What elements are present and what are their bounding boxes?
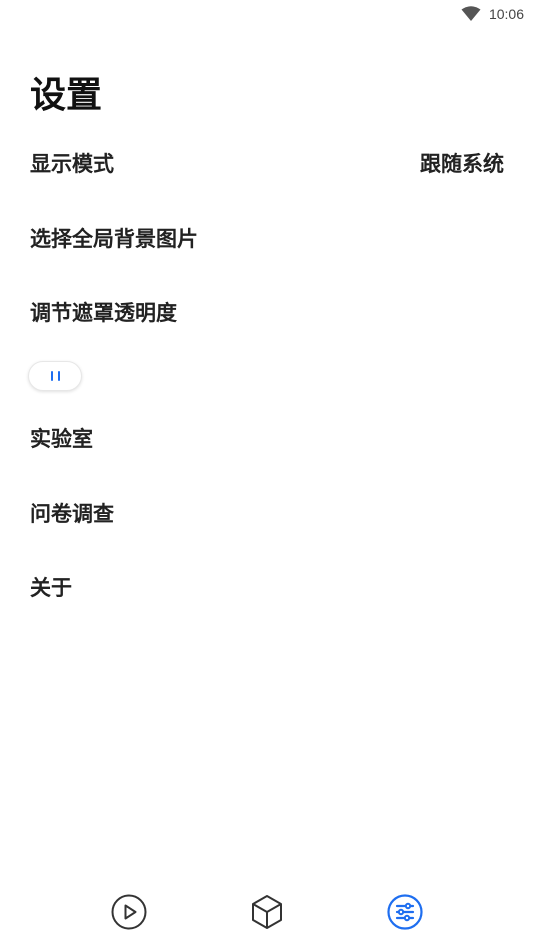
lab-row[interactable]: 实验室	[30, 413, 504, 463]
slider-thumb[interactable]	[28, 361, 82, 391]
background-image-label: 选择全局背景图片	[30, 227, 198, 251]
display-mode-value[interactable]: 跟随系统	[420, 148, 504, 178]
mask-opacity-label: 调节遮罩透明度	[30, 301, 177, 325]
bottom-navigation	[0, 879, 534, 949]
grip-icon	[57, 371, 60, 381]
lab-label: 实验室	[30, 427, 93, 451]
background-image-row[interactable]: 选择全局背景图片	[30, 213, 504, 263]
mask-opacity-slider[interactable]	[28, 361, 82, 391]
settings-sliders-icon	[386, 893, 424, 935]
play-circle-icon	[110, 893, 148, 935]
page-title: 设置	[30, 75, 103, 116]
about-row[interactable]: 关于	[30, 562, 504, 612]
nav-settings[interactable]	[385, 894, 425, 934]
grip-icon	[50, 371, 53, 381]
nav-play[interactable]	[109, 894, 149, 934]
nav-cube[interactable]	[247, 894, 287, 934]
survey-row[interactable]: 问卷调查	[30, 488, 504, 538]
display-mode-row[interactable]: 显示模式 跟随系统	[30, 138, 504, 188]
wifi-icon	[461, 6, 481, 22]
display-mode-label: 显示模式	[30, 152, 114, 176]
mask-opacity-row: 调节遮罩透明度	[30, 287, 504, 337]
about-label: 关于	[30, 576, 72, 600]
status-bar: 10:06	[0, 0, 534, 28]
status-clock: 10:06	[488, 6, 524, 22]
cube-icon	[248, 893, 286, 935]
survey-label: 问卷调查	[30, 502, 114, 526]
